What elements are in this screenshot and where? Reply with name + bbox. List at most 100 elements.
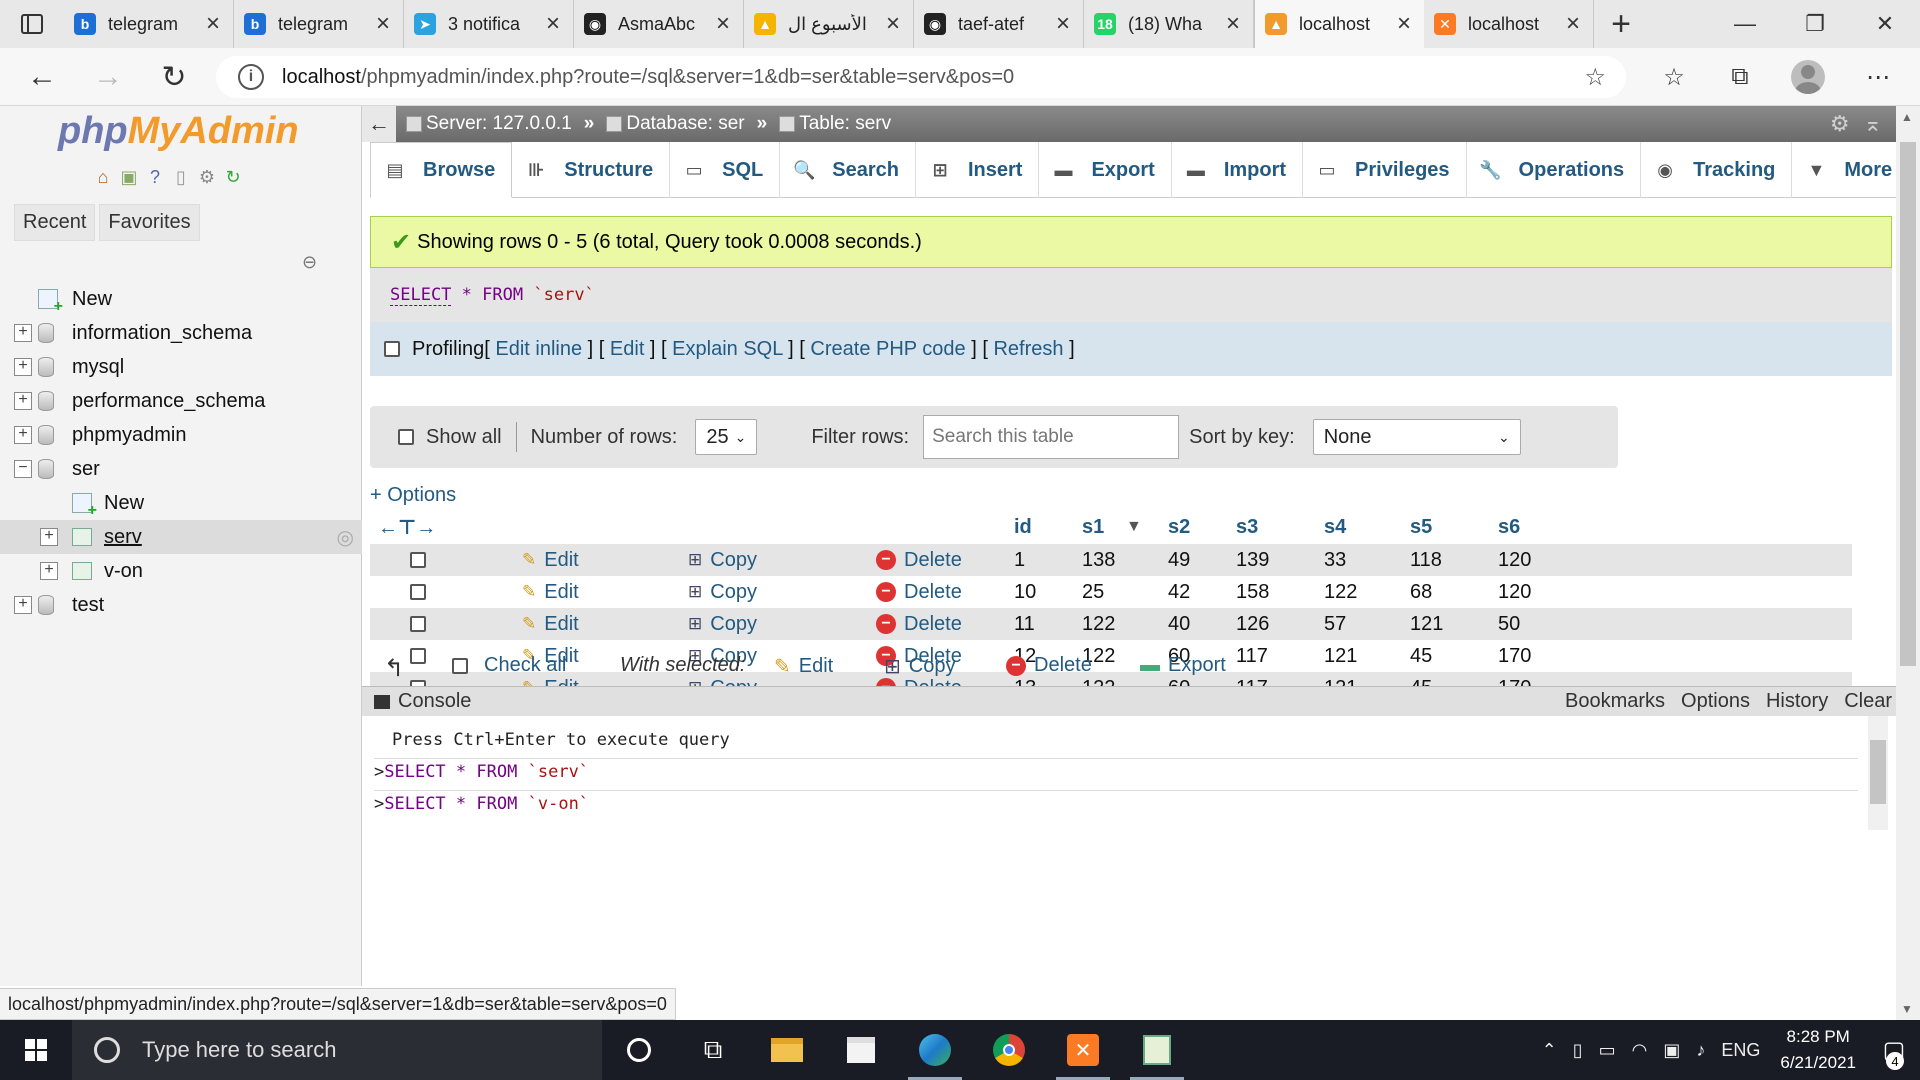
help-icon[interactable]: ?: [144, 166, 166, 188]
edge-icon[interactable]: [898, 1020, 972, 1080]
column-header-s5[interactable]: s5: [1410, 516, 1432, 539]
browser-tab[interactable]: ➤ 3 notifica ×: [404, 0, 574, 48]
expand-icon[interactable]: +: [40, 528, 58, 546]
notification-center-icon[interactable]: ▢ 4: [1868, 1020, 1920, 1080]
favorites-icon[interactable]: ☆: [1654, 57, 1694, 97]
table-cell-s5[interactable]: 118: [1410, 544, 1442, 576]
tree-table-item[interactable]: + serv ◎: [0, 520, 362, 554]
table-cell-s6[interactable]: 50: [1498, 608, 1520, 640]
table-cell-s2[interactable]: 49: [1168, 544, 1190, 576]
close-tab-icon[interactable]: ×: [883, 10, 903, 38]
browser-tab[interactable]: 18 (18) Wha ×: [1084, 0, 1254, 48]
tree-item-label[interactable]: New: [104, 492, 144, 515]
column-header-s3[interactable]: s3: [1236, 516, 1258, 539]
address-bar[interactable]: i localhost/phpmyadmin/index.php?route=/…: [216, 56, 1626, 98]
column-header-s2[interactable]: s2: [1168, 516, 1190, 539]
hide-eye-icon[interactable]: ◎: [337, 525, 354, 550]
resize-columns-icon[interactable]: ←⊤→: [378, 515, 436, 540]
table-cell-s5[interactable]: 68: [1410, 576, 1432, 608]
collapse-nav-icon[interactable]: ←: [362, 106, 396, 142]
bulk-copy-button[interactable]: ⊞ Copy: [884, 654, 955, 679]
options-link[interactable]: + Options: [370, 484, 456, 507]
table-cell-s6[interactable]: 120: [1498, 544, 1531, 576]
row-copy-button[interactable]: ⊞Copy: [688, 544, 757, 576]
expand-icon[interactable]: +: [14, 324, 32, 342]
cortana-icon[interactable]: [602, 1020, 676, 1080]
table-cell-s6[interactable]: 170: [1498, 640, 1531, 672]
bulk-delete-button[interactable]: − Delete: [1006, 654, 1092, 677]
profiling-checkbox[interactable]: [384, 341, 400, 357]
tab-actions-icon[interactable]: [0, 0, 64, 48]
phpmyadmin-logo[interactable]: phpMyAdmin: [58, 110, 299, 153]
recent-tab[interactable]: Recent: [14, 204, 96, 241]
column-header-s1[interactable]: s1: [1082, 516, 1104, 539]
bulk-export-button[interactable]: ▬ Export: [1140, 654, 1226, 677]
collapse-icon[interactable]: −: [14, 460, 32, 478]
scroll-up-icon[interactable]: ▲: [1901, 110, 1913, 124]
console-bar[interactable]: Console Bookmarks Options History Clear: [362, 686, 1902, 716]
tree-item-label[interactable]: phpmyadmin: [72, 424, 187, 447]
column-header-id[interactable]: id: [1014, 516, 1032, 539]
page-scrollbar[interactable]: ▲ ▼: [1896, 106, 1920, 1020]
sort-direction-icon[interactable]: ▼: [1126, 518, 1142, 536]
console-options-link[interactable]: Options: [1681, 690, 1750, 713]
tree-item-label[interactable]: mysql: [72, 356, 124, 379]
table-cell-s1[interactable]: 25: [1082, 576, 1104, 608]
tree-item-label[interactable]: v-on: [104, 560, 143, 583]
favorites-tab[interactable]: Favorites: [99, 204, 200, 241]
column-header-s4[interactable]: s4: [1324, 516, 1346, 539]
meet-now-icon[interactable]: ▣: [1663, 1040, 1680, 1061]
check-all[interactable]: Check all: [452, 654, 566, 677]
battery-icon[interactable]: ▭: [1599, 1040, 1616, 1061]
collections-icon[interactable]: ⧉: [1720, 57, 1760, 97]
expand-icon[interactable]: +: [14, 358, 32, 376]
table-cell-s4[interactable]: 57: [1324, 608, 1346, 640]
scroll-down-icon[interactable]: ▼: [1901, 1002, 1913, 1016]
row-delete-button[interactable]: −Delete: [876, 544, 962, 576]
tree-database-item[interactable]: + performance_schema: [0, 384, 362, 418]
reload-button[interactable]: ↻: [154, 57, 194, 97]
row-delete-button[interactable]: −Delete: [876, 608, 962, 640]
console-history-item[interactable]: >SELECT * FROM `v-on`: [374, 794, 589, 814]
row-checkbox[interactable]: [410, 584, 426, 600]
tree-item-label[interactable]: performance_schema: [72, 390, 265, 413]
reload-nav-icon[interactable]: ↻: [222, 166, 244, 188]
table-cell-s3[interactable]: 139: [1236, 544, 1269, 576]
close-tab-icon[interactable]: ×: [1394, 10, 1414, 38]
start-button[interactable]: [0, 1020, 72, 1080]
query-link-create-php-code[interactable]: Create PHP code: [810, 338, 965, 360]
filter-rows-input[interactable]: Search this table: [923, 415, 1180, 459]
tab-operations[interactable]: 🔧 Operations: [1467, 142, 1642, 198]
browser-tab[interactable]: ▲ الأسبوع ال ×: [744, 0, 914, 48]
console-bookmarks-link[interactable]: Bookmarks: [1565, 690, 1665, 713]
language-indicator[interactable]: ENG: [1721, 1040, 1760, 1061]
chrome-icon[interactable]: [972, 1020, 1046, 1080]
close-tab-icon[interactable]: ×: [1563, 10, 1583, 38]
row-checkbox[interactable]: [410, 616, 426, 632]
browser-tab[interactable]: b telegram ×: [234, 0, 404, 48]
tree-new-item[interactable]: New: [0, 486, 362, 520]
file-explorer-icon[interactable]: [750, 1020, 824, 1080]
tab-export[interactable]: ▬ Export: [1039, 142, 1172, 198]
tab-privileges[interactable]: ▭ Privileges: [1303, 142, 1467, 198]
browser-tab[interactable]: ◉ AsmaAbc ×: [574, 0, 744, 48]
tab-structure[interactable]: ⊪ Structure: [512, 142, 671, 198]
close-tab-icon[interactable]: ×: [373, 10, 393, 38]
show-hidden-icons[interactable]: ⌃: [1542, 1040, 1557, 1061]
browser-tab[interactable]: ▲ localhost ×: [1254, 0, 1424, 48]
sort-by-key-select[interactable]: None ⌄: [1312, 419, 1521, 455]
expand-icon[interactable]: +: [14, 596, 32, 614]
breadcrumb-table[interactable]: Table: serv: [779, 113, 891, 135]
more-menu-icon[interactable]: ⋯: [1858, 57, 1898, 97]
row-copy-button[interactable]: ⊞Copy: [688, 608, 757, 640]
taskbar-search[interactable]: Type here to search: [72, 1020, 602, 1080]
number-of-rows-select[interactable]: 25 ⌄: [695, 419, 758, 455]
close-tab-icon[interactable]: ×: [203, 10, 223, 38]
query-link-refresh[interactable]: Refresh: [993, 338, 1063, 360]
table-cell-id[interactable]: 1: [1014, 544, 1025, 576]
table-cell-s2[interactable]: 42: [1168, 576, 1190, 608]
row-edit-button[interactable]: ✎Edit: [522, 576, 579, 608]
add-favorite-icon[interactable]: ☆: [1584, 63, 1606, 92]
home-icon[interactable]: ⌂: [92, 166, 114, 188]
logout-icon[interactable]: ▣: [118, 166, 140, 188]
